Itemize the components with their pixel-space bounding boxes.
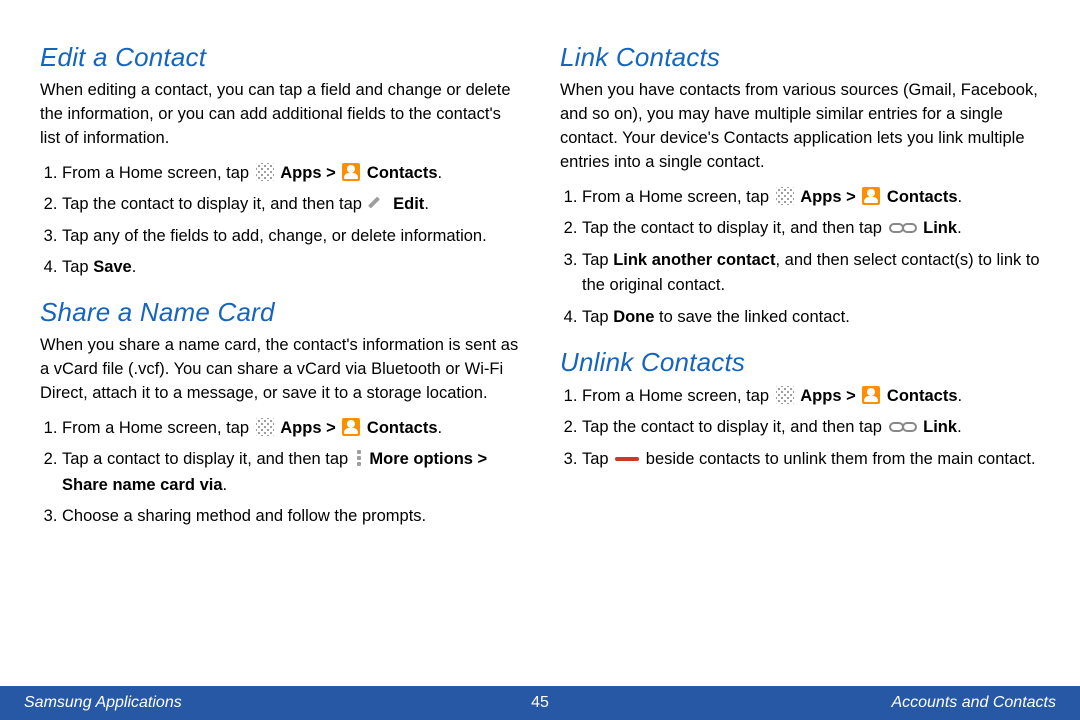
step-text: Tap the contact to display it, and then …: [62, 195, 367, 213]
right-column: Link Contacts When you have contacts fro…: [560, 30, 1040, 546]
contacts-label: Contacts: [887, 188, 958, 206]
step: Tap the contact to display it, and then …: [582, 216, 1040, 242]
heading-share-name-card: Share a Name Card: [40, 297, 520, 328]
link-label: Link: [923, 418, 957, 436]
apps-grid-icon: [256, 163, 274, 181]
step-text: to save the linked contact.: [654, 308, 849, 326]
step: Tap Link another contact, and then selec…: [582, 248, 1040, 299]
footer-left: Samsung Applications: [24, 694, 182, 712]
separator-gt: >: [473, 450, 487, 468]
contacts-label: Contacts: [367, 164, 438, 182]
contacts-label: Contacts: [887, 387, 958, 405]
step: Tap Save.: [62, 255, 520, 281]
edit-label: Edit: [393, 195, 424, 213]
contacts-icon: [862, 187, 880, 205]
heading-edit-contact: Edit a Contact: [40, 42, 520, 73]
step-text: Tap: [582, 450, 613, 468]
step: Tap beside contacts to unlink them from …: [582, 447, 1040, 473]
separator-gt: >: [322, 164, 341, 182]
minus-icon: [615, 457, 639, 461]
more-options-label: More options: [369, 450, 473, 468]
page-footer: Samsung Applications 45 Accounts and Con…: [0, 686, 1080, 720]
step-text: Tap: [62, 258, 93, 276]
contacts-icon: [342, 418, 360, 436]
intro-share-name-card: When you share a name card, the contact'…: [40, 334, 520, 406]
link-icon: [889, 420, 917, 434]
apps-label: Apps: [280, 164, 321, 182]
steps-unlink-contacts: From a Home screen, tap Apps > Contacts.…: [560, 384, 1040, 473]
step: Tap the contact to display it, and then …: [582, 415, 1040, 441]
heading-unlink-contacts: Unlink Contacts: [560, 347, 1040, 378]
contacts-icon: [862, 386, 880, 404]
step-text: From a Home screen, tap: [582, 387, 774, 405]
step: Tap a contact to display it, and then ta…: [62, 447, 520, 498]
link-icon: [889, 221, 917, 235]
step: From a Home screen, tap Apps > Contacts.: [62, 416, 520, 442]
step: Tap the contact to display it, and then …: [62, 192, 520, 218]
step-text: beside contacts to unlink them from the …: [646, 450, 1036, 468]
pencil-icon: [369, 194, 387, 212]
step-text: Tap: [582, 251, 613, 269]
step-text: From a Home screen, tap: [62, 419, 254, 437]
step-text: Tap a contact to display it, and then ta…: [62, 450, 353, 468]
step-text: Tap: [582, 308, 613, 326]
intro-edit-contact: When editing a contact, you can tap a fi…: [40, 79, 520, 151]
step: From a Home screen, tap Apps > Contacts.: [62, 161, 520, 187]
left-column: Edit a Contact When editing a contact, y…: [40, 30, 520, 546]
link-another-label: Link another contact: [613, 251, 775, 269]
save-label: Save: [93, 258, 132, 276]
apps-label: Apps: [280, 419, 321, 437]
share-name-card-via-label: Share name card via: [62, 476, 223, 494]
more-options-icon: [355, 449, 363, 467]
contacts-icon: [342, 163, 360, 181]
step-text: Tap the contact to display it, and then …: [582, 219, 887, 237]
separator-gt: >: [322, 419, 341, 437]
step: Choose a sharing method and follow the p…: [62, 504, 520, 530]
steps-share-name-card: From a Home screen, tap Apps > Contacts.…: [40, 416, 520, 530]
step-text: Tap the contact to display it, and then …: [582, 418, 887, 436]
step: From a Home screen, tap Apps > Contacts.: [582, 185, 1040, 211]
separator-gt: >: [842, 387, 861, 405]
apps-grid-icon: [776, 386, 794, 404]
step-text: From a Home screen, tap: [62, 164, 254, 182]
separator-gt: >: [842, 188, 861, 206]
step: Tap Done to save the linked contact.: [582, 305, 1040, 331]
steps-edit-contact: From a Home screen, tap Apps > Contacts.…: [40, 161, 520, 281]
steps-link-contacts: From a Home screen, tap Apps > Contacts.…: [560, 185, 1040, 331]
done-label: Done: [613, 308, 654, 326]
step: From a Home screen, tap Apps > Contacts.: [582, 384, 1040, 410]
link-label: Link: [923, 219, 957, 237]
step: Tap any of the fields to add, change, or…: [62, 224, 520, 250]
apps-label: Apps: [800, 387, 841, 405]
heading-link-contacts: Link Contacts: [560, 42, 1040, 73]
contacts-label: Contacts: [367, 419, 438, 437]
apps-grid-icon: [776, 187, 794, 205]
manual-page: Edit a Contact When editing a contact, y…: [0, 0, 1080, 720]
footer-right: Accounts and Contacts: [891, 694, 1056, 712]
intro-link-contacts: When you have contacts from various sour…: [560, 79, 1040, 175]
page-number: 45: [531, 694, 549, 712]
two-column-layout: Edit a Contact When editing a contact, y…: [0, 0, 1080, 546]
step-text: From a Home screen, tap: [582, 188, 774, 206]
apps-grid-icon: [256, 418, 274, 436]
apps-label: Apps: [800, 188, 841, 206]
